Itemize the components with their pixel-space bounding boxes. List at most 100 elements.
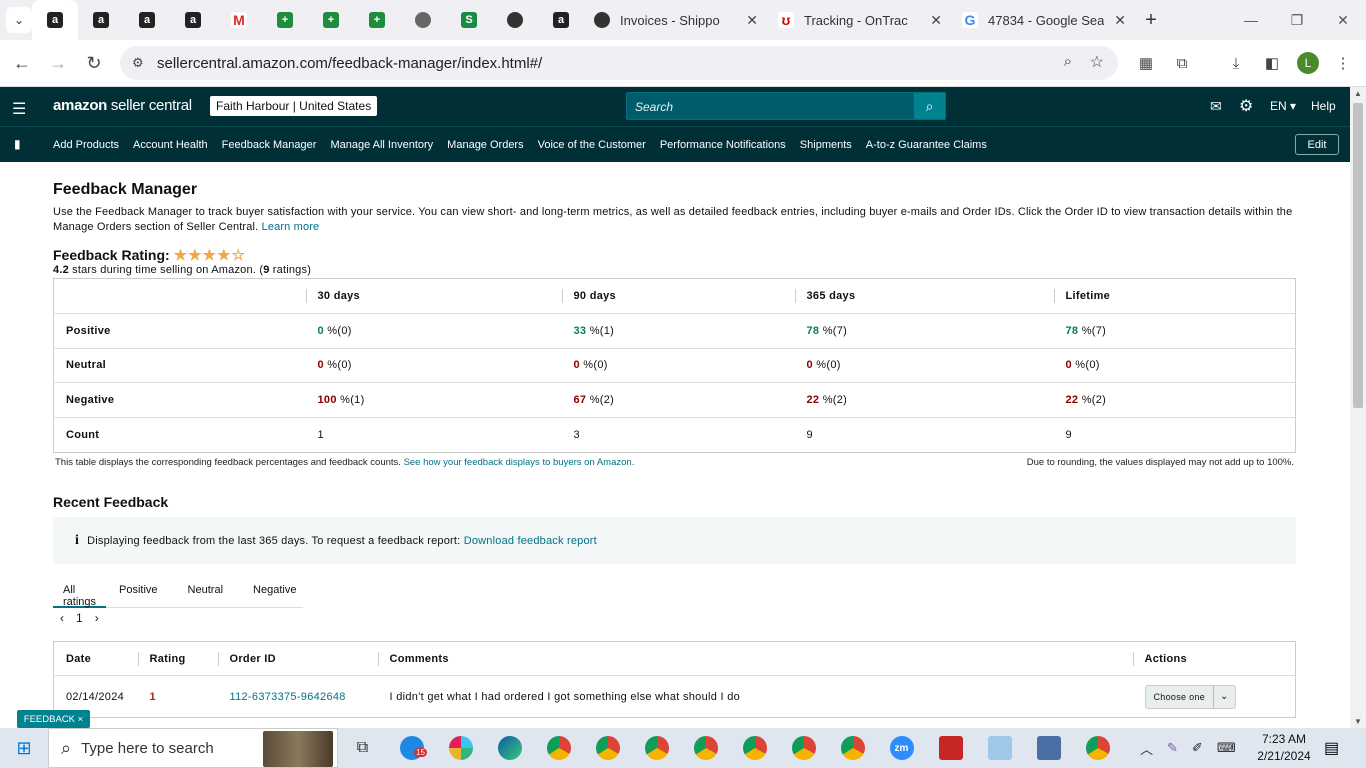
pen-settings-icon[interactable]: ✐ [1192,740,1203,756]
site-info-icon[interactable]: ⚙ [132,55,144,71]
pinned-tab-shippo[interactable] [492,0,538,40]
pinned-tab-web[interactable] [400,0,446,40]
pinned-tab-sheets[interactable]: + [262,0,308,40]
tab-negative[interactable]: Negative [233,572,306,608]
notepad-icon[interactable] [975,728,1024,768]
order-id-link[interactable]: 112-6373375-9642648 [217,675,378,718]
help-link[interactable]: Help [1311,99,1336,113]
chrome-icon[interactable] [779,728,828,768]
tab-google[interactable]: G 47834 - Google Searc ✕ [952,0,1136,40]
page-scrollbar[interactable]: ▲ ▼ [1350,87,1366,728]
notification-icon[interactable]: ▤ [1324,738,1339,758]
nav-manage-inventory[interactable]: Manage All Inventory [330,139,433,151]
nav-manage-orders[interactable]: Manage Orders [447,139,523,151]
keyboard-icon[interactable]: ⌨ [1217,740,1236,756]
nav-voice-of-customer[interactable]: Voice of the Customer [538,139,646,151]
feedback-badge-button[interactable]: FEEDBACK × [17,710,90,728]
edge-icon[interactable] [485,728,534,768]
tab-search-button[interactable]: ⌄ [6,7,32,33]
tab-all-ratings[interactable]: All ratings [53,572,107,608]
close-window-icon[interactable]: ✕ [1320,0,1366,40]
pinned-tab-gmail[interactable]: M [216,0,262,40]
system-clock[interactable]: 7:23 AM 2/21/2024 [1252,731,1316,765]
extensions-icon[interactable]: ⧉ [1171,52,1193,74]
search-box[interactable]: Search ⌕ [626,92,946,120]
scroll-up-arrow[interactable]: ▲ [1350,89,1366,98]
settings-gear-icon[interactable]: ⚙ [1239,96,1253,116]
chrome-icon[interactable] [1073,728,1122,768]
close-tab-icon[interactable]: ✕ [930,12,942,29]
side-panel-icon[interactable]: ◧ [1261,52,1283,74]
nav-account-health[interactable]: Account Health [133,139,208,151]
tab-positive[interactable]: Positive [106,572,168,608]
search-icon[interactable]: ⌕ [914,93,945,119]
pen-icon[interactable]: ✎ [1167,740,1178,756]
nav-feedback-manager[interactable]: Feedback Manager [222,139,317,151]
download-report-link[interactable]: Download feedback report [464,535,597,547]
new-tab-button[interactable]: + [1136,9,1166,32]
zoom-icon[interactable]: zm [877,728,926,768]
nav-shipments[interactable]: Shipments [800,139,852,151]
hamburger-menu-icon[interactable]: ☰ [12,99,26,119]
reload-icon[interactable]: ↻ [76,53,112,74]
chrome-icon[interactable] [730,728,779,768]
task-view-icon[interactable]: ⧉ [338,728,387,768]
windows-start-icon[interactable]: ⊞ [0,728,48,768]
nav-a-to-z-claims[interactable]: A-to-z Guarantee Claims [866,139,987,151]
chrome-icon[interactable] [583,728,632,768]
pinned-tab-amazon[interactable]: a [538,0,584,40]
mail-icon[interactable]: ✉ [1210,98,1222,115]
next-page-icon[interactable]: › [95,611,99,625]
pinned-tab-shopify[interactable]: S [446,0,492,40]
pinned-tab-amazon[interactable]: a [124,0,170,40]
choose-action-dropdown[interactable]: Choose one ⌄ [1144,684,1236,709]
back-icon[interactable]: ← [4,53,40,74]
slack-icon[interactable] [436,728,485,768]
close-tab-icon[interactable]: ✕ [1114,12,1126,29]
pinned-tab-sheets[interactable]: + [354,0,400,40]
edit-nav-button[interactable]: Edit [1295,134,1339,155]
pinned-tab-amazon[interactable]: a [78,0,124,40]
close-tab-icon[interactable]: ✕ [746,12,758,29]
account-switcher[interactable]: Faith Harbour | United States [210,96,378,116]
minimize-icon[interactable]: — [1228,0,1274,40]
chevron-up-icon[interactable]: ︿ [1140,739,1153,758]
tab-shippo[interactable]: Invoices - Shippo ✕ [584,0,768,40]
chrome-icon[interactable] [828,728,877,768]
current-page[interactable]: 1 [76,611,83,625]
see-feedback-link[interactable]: See how your feedback displays to buyers… [404,457,635,468]
scroll-thumb[interactable] [1353,103,1363,408]
download-icon[interactable]: ⤓ [1225,52,1247,74]
tab-title: Tracking - OnTrac [804,12,908,28]
chrome-icon[interactable] [681,728,730,768]
seller-central-logo[interactable]: amazon seller central [53,97,192,114]
pinned-tab-amazon[interactable]: a [170,0,216,40]
app-icon[interactable] [926,728,975,768]
tab-neutral[interactable]: Neutral [168,572,233,608]
bookmark-icon[interactable]: ▮ [14,137,21,151]
nav-performance-notifications[interactable]: Performance Notifications [660,139,786,151]
menu-kebab-icon[interactable]: ⋮ [1332,52,1354,74]
table-row: Negative 100 %(1) 67 %(2) 22 %(2) 22 %(2… [53,382,1296,418]
bookmark-star-icon[interactable]: ☆ [1090,52,1104,72]
restore-icon[interactable]: ❐ [1274,0,1320,40]
language-selector[interactable]: EN ▾ [1270,99,1296,113]
scroll-down-arrow[interactable]: ▼ [1350,717,1366,726]
chrome-icon[interactable] [534,728,583,768]
zoom-icon[interactable]: ⌕ [1064,53,1072,70]
mail-app-icon[interactable]: 15 [387,728,436,768]
profile-avatar[interactable]: L [1297,52,1319,74]
calculator-icon[interactable] [1024,728,1073,768]
forward-icon[interactable]: → [40,53,76,74]
qr-code-icon[interactable]: ▦ [1135,52,1157,74]
nav-add-products[interactable]: Add Products [53,139,119,151]
pinned-tab-sheets[interactable]: + [308,0,354,40]
table-corner [54,279,306,314]
pinned-tab-amazon[interactable]: a [32,0,78,40]
learn-more-link[interactable]: Learn more [262,221,320,233]
address-bar[interactable]: ⚙ sellercentral.amazon.com/feedback-mana… [120,46,1118,80]
taskbar-search[interactable]: ⌕ Type here to search [48,728,338,768]
tab-ontrac[interactable]: ʊ Tracking - OnTrac ✕ [768,0,952,40]
prev-page-icon[interactable]: ‹ [60,611,64,625]
chrome-icon[interactable] [632,728,681,768]
